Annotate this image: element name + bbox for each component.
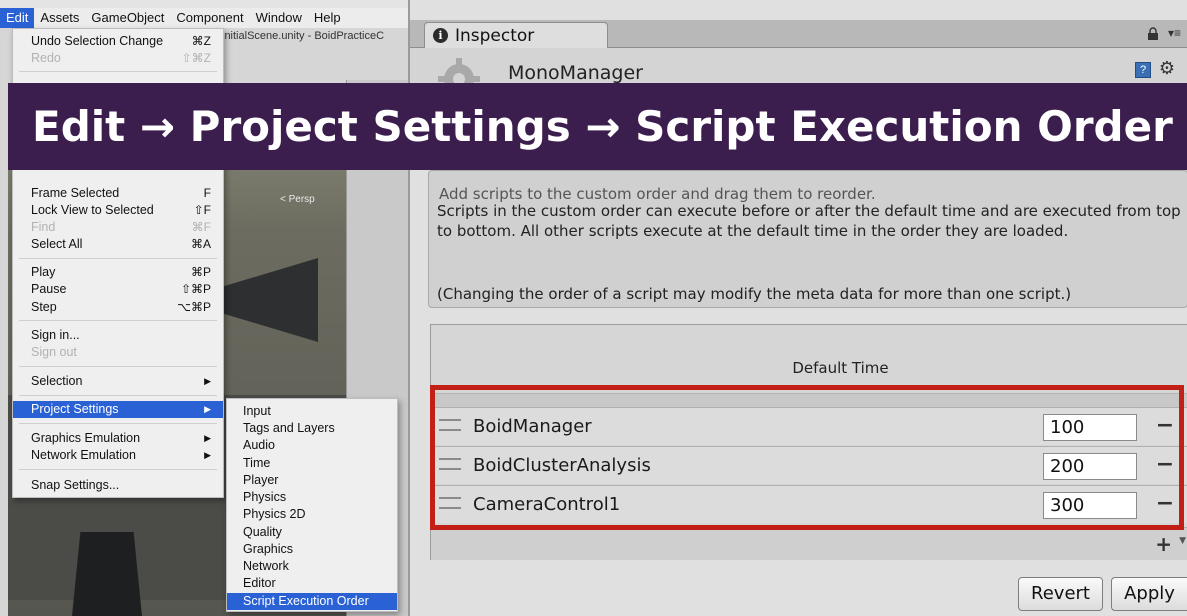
instruction-banner: Edit → Project Settings → Script Executi… bbox=[8, 83, 1187, 170]
menu-shortcut: ⌘P bbox=[190, 265, 211, 279]
menu-item-label: Redo bbox=[31, 51, 61, 65]
menu-item-label: Network Emulation bbox=[31, 448, 136, 462]
menu-edit[interactable]: Edit bbox=[0, 8, 35, 28]
menu-item-label: Lock View to Selected bbox=[31, 203, 154, 217]
menu-item-project-settings[interactable]: Project Settings ▶ bbox=[13, 401, 223, 418]
menu-item-snap-settings[interactable]: Snap Settings... bbox=[13, 477, 223, 494]
submenu-item-graphics[interactable]: Graphics bbox=[227, 541, 397, 558]
menu-gameobject[interactable]: GameObject bbox=[85, 8, 170, 28]
menu-item-label: Frame Selected bbox=[31, 186, 120, 200]
info-icon: i bbox=[433, 28, 448, 43]
menu-item-graphics-emulation[interactable]: Graphics Emulation ▶ bbox=[13, 430, 223, 447]
project-settings-submenu: Input Tags and Layers Audio Time Player … bbox=[226, 398, 398, 612]
submenu-item-network[interactable]: Network bbox=[227, 558, 397, 575]
menu-shortcut: ⌥⌘P bbox=[177, 300, 211, 314]
submenu-item-tags-and-layers[interactable]: Tags and Layers bbox=[227, 420, 397, 437]
description-paragraph-2: (Changing the order of a script may modi… bbox=[437, 285, 1072, 303]
add-script-button[interactable]: + bbox=[1155, 532, 1172, 556]
menu-item-label: Selection bbox=[31, 374, 83, 388]
submenu-arrow-icon: ▶ bbox=[204, 404, 211, 414]
menu-separator bbox=[19, 395, 217, 396]
menu-item-sign-in[interactable]: Sign in... bbox=[13, 327, 223, 344]
menu-item-network-emulation[interactable]: Network Emulation ▶ bbox=[13, 447, 223, 464]
submenu-item-script-execution-order[interactable]: Script Execution Order bbox=[227, 593, 397, 610]
menu-item-lock-view[interactable]: Lock View to Selected ⇧F bbox=[13, 202, 223, 219]
menu-item-label: Snap Settings... bbox=[31, 478, 120, 492]
menu-shortcut: ⌘F bbox=[191, 220, 211, 234]
menu-item-selection[interactable]: Selection ▶ bbox=[13, 373, 223, 390]
submenu-arrow-icon: ▶ bbox=[204, 376, 211, 386]
menu-item-step[interactable]: Step ⌥⌘P bbox=[13, 299, 223, 316]
submenu-item-editor[interactable]: Editor bbox=[227, 575, 397, 592]
menu-item-frame-selected[interactable]: Frame Selected F bbox=[13, 185, 223, 202]
chevron-down-icon[interactable]: ▼ bbox=[1179, 536, 1186, 546]
menu-item-pause[interactable]: Pause ⇧⌘P bbox=[13, 281, 223, 298]
menu-item-label: Step bbox=[31, 300, 57, 314]
menu-item-redo[interactable]: Redo ⇧⌘Z bbox=[13, 50, 223, 67]
menu-item-label: Project Settings bbox=[31, 402, 119, 416]
menu-component[interactable]: Component bbox=[170, 8, 249, 28]
tab-inspector[interactable]: i Inspector bbox=[424, 22, 608, 48]
menu-item-select-all[interactable]: Select All ⌘A bbox=[13, 236, 223, 253]
scene-object-trapezoid bbox=[72, 532, 142, 616]
settings-cog-icon[interactable]: ⚙ bbox=[1159, 58, 1175, 79]
menu-window[interactable]: Window bbox=[250, 8, 308, 28]
window-title-fragment: initialScene.unity - BoidPracticeC bbox=[222, 30, 385, 42]
menu-shortcut: ⌘A bbox=[190, 237, 211, 251]
submenu-item-audio[interactable]: Audio bbox=[227, 437, 397, 454]
menu-item-find[interactable]: Find ⌘F bbox=[13, 219, 223, 236]
menu-item-label: Sign in... bbox=[31, 328, 80, 342]
menu-item-label: Graphics Emulation bbox=[31, 431, 141, 445]
submenu-item-input[interactable]: Input bbox=[227, 403, 397, 420]
submenu-item-quality[interactable]: Quality bbox=[227, 524, 397, 541]
default-time-label: Default Time bbox=[792, 359, 889, 377]
menu-item-label: Pause bbox=[31, 282, 67, 296]
menu-item-label: Undo Selection Change bbox=[31, 34, 164, 48]
submenu-item-time[interactable]: Time bbox=[227, 455, 397, 472]
revert-button[interactable]: Revert bbox=[1018, 577, 1103, 611]
panel-menu-icon[interactable]: ▾≡ bbox=[1168, 26, 1181, 40]
menu-item-play[interactable]: Play ⌘P bbox=[13, 264, 223, 281]
component-header: MonoManager ? ⚙ bbox=[410, 48, 1187, 100]
submenu-item-physics-2d[interactable]: Physics 2D bbox=[227, 506, 397, 523]
menu-help[interactable]: Help bbox=[308, 8, 347, 28]
description-box: Add scripts to the custom order and drag… bbox=[428, 170, 1187, 308]
menu-shortcut: F bbox=[203, 186, 211, 200]
menu-separator bbox=[19, 423, 217, 424]
menu-bar: Edit Assets GameObject Component Window … bbox=[0, 8, 408, 28]
menu-separator bbox=[19, 71, 217, 72]
menu-separator bbox=[19, 366, 217, 367]
menu-item-label: Find bbox=[31, 220, 56, 234]
menu-assets[interactable]: Assets bbox=[34, 8, 85, 28]
menu-item-undo[interactable]: Undo Selection Change ⌘Z bbox=[13, 33, 223, 50]
component-name: MonoManager bbox=[508, 62, 643, 84]
submenu-arrow-icon: ▶ bbox=[204, 433, 211, 443]
menu-item-label: Play bbox=[31, 265, 56, 279]
inspector-tab-bar: i Inspector ▾≡ bbox=[410, 20, 1187, 48]
menu-item-sign-out[interactable]: Sign out bbox=[13, 344, 223, 361]
menu-separator bbox=[19, 258, 217, 259]
lock-icon[interactable] bbox=[1147, 27, 1159, 40]
help-icon[interactable]: ? bbox=[1135, 62, 1151, 78]
menu-shortcut: ⇧⌘P bbox=[180, 282, 211, 296]
submenu-item-player[interactable]: Player bbox=[227, 472, 397, 489]
tab-label: Inspector bbox=[455, 25, 535, 46]
persp-label[interactable]: < Persp bbox=[280, 194, 315, 205]
description-paragraph-1: Scripts in the custom order can execute … bbox=[437, 202, 1181, 240]
menu-shortcut: ⇧F bbox=[193, 203, 211, 217]
submenu-item-physics[interactable]: Physics bbox=[227, 489, 397, 506]
menu-shortcut: ⇧⌘Z bbox=[181, 51, 211, 65]
menu-shortcut: ⌘Z bbox=[191, 34, 211, 48]
menu-separator bbox=[19, 469, 217, 470]
highlight-frame bbox=[430, 385, 1184, 530]
add-script-bar: + ▼ bbox=[431, 527, 1187, 560]
menu-separator bbox=[19, 320, 217, 321]
submenu-arrow-icon: ▶ bbox=[204, 450, 211, 460]
apply-button[interactable]: Apply bbox=[1111, 577, 1187, 611]
menu-item-label: Sign out bbox=[31, 345, 77, 359]
menu-item-label: Select All bbox=[31, 237, 83, 251]
